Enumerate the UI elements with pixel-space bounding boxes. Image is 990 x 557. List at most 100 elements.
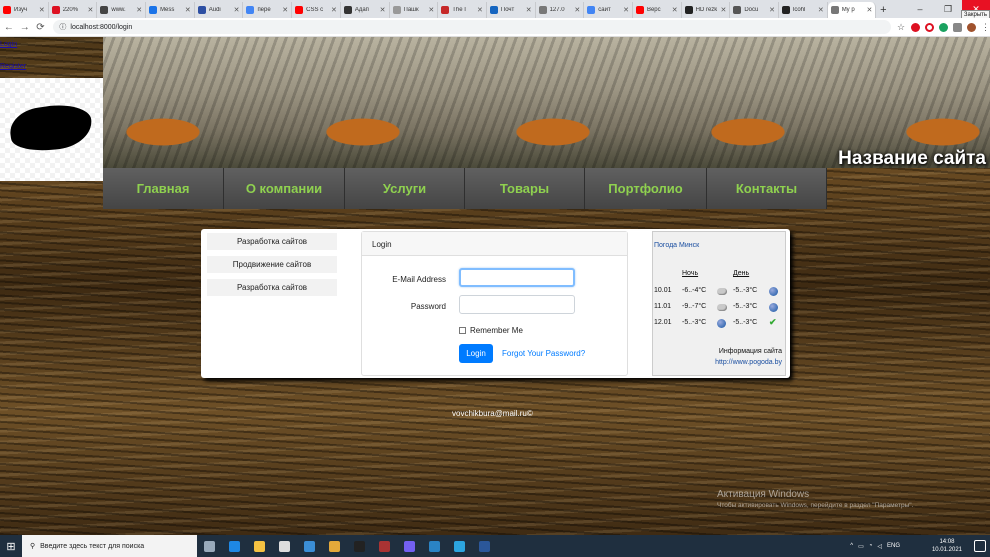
viber-icon[interactable] bbox=[397, 535, 422, 557]
tab-close-icon[interactable]: ✕ bbox=[867, 6, 873, 14]
tab-title: Docu bbox=[744, 7, 759, 13]
network-icon[interactable]: ◔ bbox=[869, 543, 873, 549]
forward-button[interactable]: → bbox=[18, 22, 32, 33]
tab-close-icon[interactable]: ✕ bbox=[136, 6, 142, 14]
tab-close-icon[interactable]: ✕ bbox=[769, 6, 775, 14]
start-button[interactable]: ⊞ bbox=[0, 535, 22, 557]
batman-icon[interactable] bbox=[347, 535, 372, 557]
browser-tab[interactable]: Верс ✕ bbox=[633, 2, 682, 18]
tab-close-icon[interactable]: ✕ bbox=[720, 6, 726, 14]
menu-item-home[interactable]: Главная bbox=[103, 168, 224, 209]
menu-item-contacts[interactable]: Контакты bbox=[707, 168, 827, 209]
weather-info-link[interactable]: http://www.pogoda.by bbox=[715, 359, 782, 366]
menu-item-products[interactable]: Товары bbox=[465, 168, 585, 209]
tab-close-icon[interactable]: ✕ bbox=[331, 6, 337, 14]
footer-email: vovchikbura@mail.ru© bbox=[452, 409, 533, 418]
browser-tab[interactable]: HD rezka✕ bbox=[682, 2, 731, 18]
telegram-icon[interactable] bbox=[447, 535, 472, 557]
tab-close-icon[interactable]: ✕ bbox=[526, 6, 532, 14]
remember-checkbox[interactable] bbox=[459, 327, 466, 334]
minimize-button[interactable]: – bbox=[906, 0, 934, 18]
chrome-icon[interactable] bbox=[322, 535, 347, 557]
clock[interactable]: 14:08 10.01.2021 bbox=[932, 538, 962, 554]
tab-close-icon[interactable]: ✕ bbox=[818, 6, 824, 14]
menu-item-portfolio[interactable]: Портфолио bbox=[585, 168, 707, 209]
tab-close-icon[interactable]: ✕ bbox=[428, 6, 434, 14]
battery-icon[interactable]: ▭ bbox=[858, 543, 864, 550]
browser-tab[interactable]: Audi ✕ bbox=[195, 2, 244, 18]
menu-item-about[interactable]: О компании bbox=[224, 168, 345, 209]
language-indicator[interactable]: ENG bbox=[887, 543, 900, 549]
login-link[interactable]: Login bbox=[0, 41, 17, 48]
login-button[interactable]: Login bbox=[459, 344, 493, 363]
browser-tab[interactable]: 220% ✕ bbox=[49, 2, 98, 18]
logo-ink-blot bbox=[7, 100, 95, 156]
site-logo[interactable] bbox=[0, 78, 103, 181]
adblock-extension-icon[interactable] bbox=[925, 22, 934, 32]
browser-tab[interactable]: Mess ✕ bbox=[146, 2, 195, 18]
browser-tab[interactable]: сайт ✕ bbox=[584, 2, 633, 18]
browser-tab[interactable]: CSS с ✕ bbox=[292, 2, 341, 18]
browser-tab[interactable]: пере ✕ bbox=[243, 2, 293, 18]
task-view-icon[interactable] bbox=[197, 535, 222, 557]
media-icon[interactable] bbox=[372, 535, 397, 557]
weather-date: 10.01 bbox=[654, 287, 672, 294]
mail-icon[interactable] bbox=[297, 535, 322, 557]
browser-tab[interactable]: Docu ✕ bbox=[730, 2, 779, 18]
notifications-icon[interactable] bbox=[974, 540, 986, 552]
password-field[interactable] bbox=[459, 295, 575, 314]
browser-tab[interactable]: Адап ✕ bbox=[341, 2, 390, 18]
browser-tab[interactable]: Изуч ✕ bbox=[0, 2, 49, 18]
tab-close-icon[interactable]: ✕ bbox=[39, 6, 45, 14]
extensions-puzzle-icon[interactable] bbox=[953, 22, 962, 32]
tab-favicon-icon bbox=[51, 6, 60, 14]
app-icon[interactable] bbox=[422, 535, 447, 557]
sidebar-item-web-dev-2[interactable]: Разработка сайтов bbox=[207, 279, 337, 296]
maximize-button[interactable]: ❐ bbox=[934, 0, 962, 18]
tab-close-icon[interactable]: ✕ bbox=[185, 6, 191, 14]
edge-icon[interactable] bbox=[222, 535, 247, 557]
file-explorer-icon[interactable] bbox=[247, 535, 272, 557]
browser-tab[interactable]: www. ✕ bbox=[97, 2, 147, 18]
bookmark-star-icon[interactable]: ☆ bbox=[897, 22, 906, 32]
browser-tab[interactable]: 127.0 ✕ bbox=[536, 2, 585, 18]
tab-close-icon[interactable]: ✕ bbox=[672, 6, 678, 14]
menu-item-services[interactable]: Услуги bbox=[345, 168, 465, 209]
address-bar[interactable]: ⓘ localhost:8000/login bbox=[53, 20, 891, 34]
taskbar-search[interactable]: ⚲ Введите здесь текст для поиска bbox=[22, 535, 197, 557]
info-icon[interactable]: ⓘ bbox=[59, 22, 66, 32]
volume-icon[interactable]: ◁ bbox=[877, 543, 882, 550]
menu-dots-icon[interactable]: ⋮ bbox=[981, 22, 990, 32]
tab-close-icon[interactable]: ✕ bbox=[234, 6, 240, 14]
weather-day-temp: -5..-3°C bbox=[733, 319, 758, 326]
reload-button[interactable]: ⟳ bbox=[34, 22, 48, 33]
tab-close-icon[interactable]: ✕ bbox=[380, 6, 386, 14]
register-link[interactable]: Register bbox=[0, 63, 26, 70]
grammarly-extension-icon[interactable] bbox=[939, 22, 948, 32]
browser-tab[interactable]: My p ✕ bbox=[827, 2, 877, 18]
back-button[interactable]: ← bbox=[2, 22, 16, 33]
forgot-password-link[interactable]: Forgot Your Password? bbox=[502, 349, 585, 358]
tab-close-icon[interactable]: ✕ bbox=[574, 6, 580, 14]
sidebar-item-web-dev[interactable]: Разработка сайтов bbox=[207, 233, 337, 250]
tab-close-icon[interactable]: ✕ bbox=[477, 6, 483, 14]
tab-close-icon[interactable]: ✕ bbox=[282, 6, 288, 14]
word-icon[interactable] bbox=[472, 535, 497, 557]
weather-night-header: Ночь bbox=[682, 270, 699, 277]
browser-tab[interactable]: lcohl ✕ bbox=[779, 2, 828, 18]
new-tab-button[interactable]: + bbox=[876, 2, 890, 18]
email-field[interactable] bbox=[459, 268, 575, 287]
sidebar-item-promotion[interactable]: Продвижение сайтов bbox=[207, 256, 337, 273]
profile-avatar[interactable] bbox=[967, 22, 976, 32]
browser-tab[interactable]: Пашк ✕ bbox=[390, 2, 439, 18]
remember-label[interactable]: Remember Me bbox=[470, 326, 523, 335]
tab-favicon-icon bbox=[100, 6, 109, 14]
tab-close-icon[interactable]: ✕ bbox=[88, 6, 94, 14]
browser-tab[interactable]: Почт ✕ bbox=[487, 2, 536, 18]
tab-close-icon[interactable]: ✕ bbox=[623, 6, 629, 14]
tray-chevron-icon[interactable]: ^ bbox=[850, 543, 853, 549]
opera-extension-icon[interactable] bbox=[911, 22, 920, 32]
browser-tab[interactable]: The I ✕ bbox=[438, 2, 487, 18]
store-icon[interactable] bbox=[272, 535, 297, 557]
weather-title[interactable]: Погода Минск bbox=[654, 242, 699, 249]
